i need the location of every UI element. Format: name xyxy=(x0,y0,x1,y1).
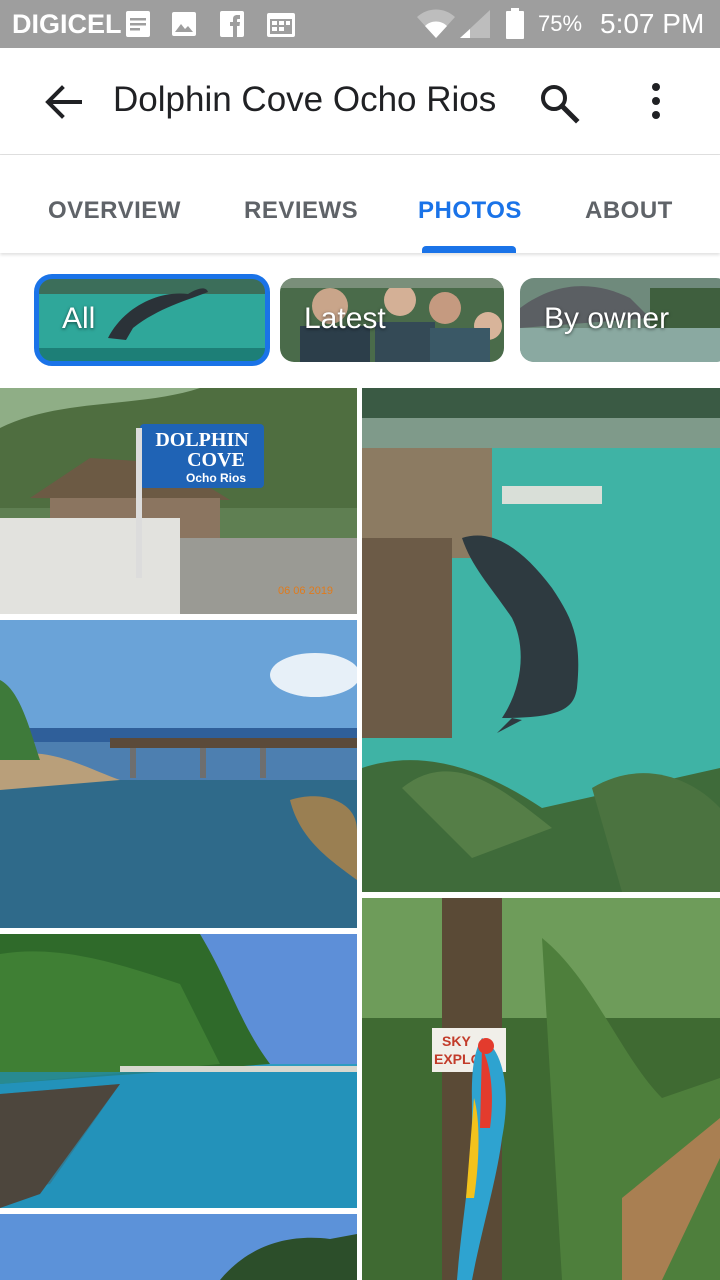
back-arrow-icon[interactable] xyxy=(40,81,90,123)
photo-pier-sea[interactable] xyxy=(0,620,357,928)
chip-by-owner-label: By owner xyxy=(544,302,670,335)
battery-icon xyxy=(506,8,524,39)
sign-line-3: Ocho Rios xyxy=(186,471,246,485)
sign-line-2: COVE xyxy=(187,449,245,471)
tab-photos[interactable]: PHOTOS xyxy=(418,197,522,225)
photo-grid: DOLPHIN COVE Ocho Rios 06 06 2019 SKY EX… xyxy=(0,388,720,1280)
page-title: Dolphin Cove Ocho Rios xyxy=(113,80,497,119)
chip-all[interactable]: All xyxy=(34,274,270,366)
chip-latest[interactable]: Latest xyxy=(280,278,504,362)
facebook-icon xyxy=(220,11,244,37)
sign-line-1: DOLPHIN xyxy=(155,429,249,451)
active-tab-indicator xyxy=(422,246,516,253)
photo-date-stamp: 06 06 2019 xyxy=(278,585,333,597)
search-icon[interactable] xyxy=(536,80,582,126)
tab-overview[interactable]: OVERVIEW xyxy=(48,197,181,225)
more-vert-icon[interactable] xyxy=(636,78,676,124)
calendar-notification-icon xyxy=(267,13,295,37)
signal-icon xyxy=(460,10,490,38)
clock: 5:07 PM xyxy=(600,8,705,39)
chip-latest-label: Latest xyxy=(304,302,386,335)
wifi-icon xyxy=(417,9,455,38)
photo-parrot-totem[interactable]: SKY EXPLOR xyxy=(362,898,720,1280)
doc-notification-icon xyxy=(126,11,150,37)
status-bar: DIGICEL 75% 5:07 PM xyxy=(0,0,720,48)
carrier-name: DIGICEL xyxy=(12,9,122,39)
tab-reviews[interactable]: REVIEWS xyxy=(244,197,358,225)
tab-about[interactable]: ABOUT xyxy=(585,197,673,225)
app-toolbar: Dolphin Cove Ocho Rios xyxy=(0,48,720,155)
chip-all-label: All xyxy=(62,302,96,335)
chip-by-owner[interactable]: By owner xyxy=(520,278,720,362)
photo-filter-chips: All Latest By owner xyxy=(0,270,720,380)
photo-dolphin-jump[interactable] xyxy=(362,388,720,892)
battery-percent: 75% xyxy=(538,11,583,36)
tab-bar: OVERVIEW REVIEWS PHOTOS ABOUT xyxy=(0,155,720,253)
photo-sky-partial[interactable] xyxy=(0,1214,357,1280)
image-notification-icon xyxy=(172,12,196,36)
photo-entrance-sign[interactable]: DOLPHIN COVE Ocho Rios 06 06 2019 xyxy=(0,388,357,614)
tree-sign-line-1: SKY xyxy=(442,1033,471,1049)
photo-lagoon[interactable] xyxy=(0,934,357,1208)
